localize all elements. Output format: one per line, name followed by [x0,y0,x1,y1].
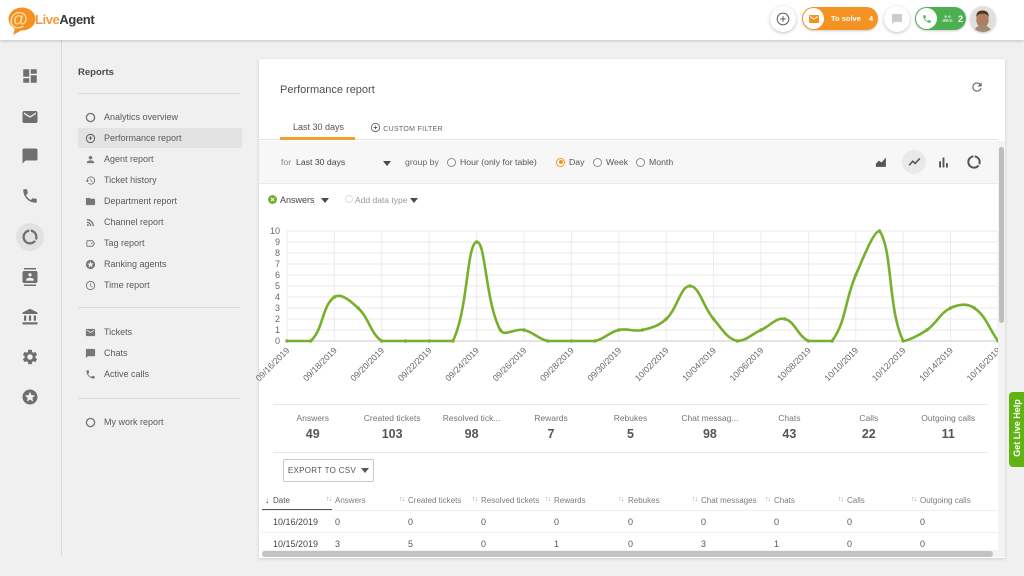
svg-text:@: @ [9,10,28,31]
svg-text:09/18/2019: 09/18/2019 [301,345,339,383]
svg-text:09/28/2019: 09/28/2019 [538,345,576,383]
svg-text:09/20/2019: 09/20/2019 [348,345,386,383]
svg-text:09/26/2019: 09/26/2019 [491,345,529,383]
svg-text:3: 3 [275,303,280,313]
svg-text:10: 10 [270,226,280,236]
svg-text:09/16/2019: 09/16/2019 [254,345,292,383]
svg-text:7: 7 [275,259,280,269]
svg-text:6: 6 [275,270,280,280]
svg-text:2: 2 [275,314,280,324]
svg-text:0: 0 [275,336,280,346]
svg-text:9: 9 [275,237,280,247]
svg-text:10/04/2019: 10/04/2019 [680,345,718,383]
svg-text:10/14/2019: 10/14/2019 [917,345,955,383]
svg-text:8: 8 [275,248,280,258]
svg-text:09/24/2019: 09/24/2019 [443,345,481,383]
svg-text:10/16/2019: 10/16/2019 [965,345,998,383]
svg-text:1: 1 [275,325,280,335]
svg-text:09/30/2019: 09/30/2019 [585,345,623,383]
svg-text:09/22/2019: 09/22/2019 [396,345,434,383]
svg-text:10/08/2019: 10/08/2019 [775,345,813,383]
svg-text:5: 5 [275,281,280,291]
svg-text:10/12/2019: 10/12/2019 [870,345,908,383]
svg-text:10/10/2019: 10/10/2019 [822,345,860,383]
svg-text:10/06/2019: 10/06/2019 [728,345,766,383]
svg-text:4: 4 [275,292,280,302]
svg-text:10/02/2019: 10/02/2019 [633,345,671,383]
